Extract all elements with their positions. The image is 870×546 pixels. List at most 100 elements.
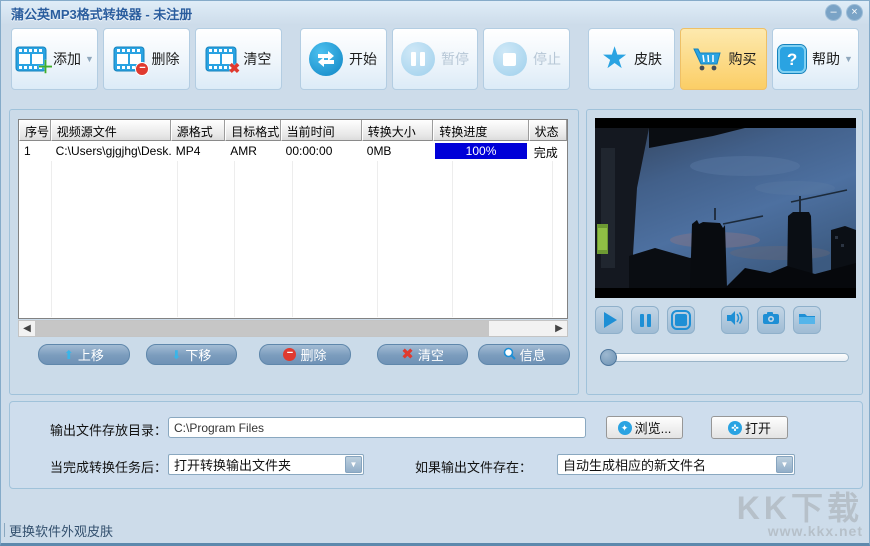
stop-icon	[675, 314, 687, 326]
scrollbar-track[interactable]	[35, 321, 551, 336]
cell-size: 0MB	[362, 141, 434, 161]
info-label: 信息	[520, 345, 546, 364]
column-header-status[interactable]: 状态	[529, 120, 567, 141]
toolbar: ＋ 添加 ▼ − 删除	[11, 28, 859, 94]
cross-icon: ✖	[401, 349, 414, 361]
start-button-label: 开始	[349, 49, 377, 69]
table-empty-area	[19, 161, 567, 317]
column-header-size[interactable]: 转换大小	[362, 120, 434, 141]
file-exists-value: 自动生成相应的新文件名	[558, 455, 776, 474]
after-task-label: 当完成转换任务后：	[50, 457, 167, 476]
minimize-button[interactable]: –	[825, 4, 842, 21]
delete-button-label: 删除	[151, 49, 179, 69]
scrollbar-thumb[interactable]	[35, 321, 489, 336]
skin-button-label: 皮肤	[634, 49, 662, 69]
chevron-down-icon: ▼	[844, 54, 853, 64]
film-delete-icon: −	[113, 46, 145, 72]
column-header-progress[interactable]: 转换进度	[433, 120, 528, 141]
star-icon: ★	[601, 44, 628, 74]
minus-circle-icon: −	[283, 348, 296, 361]
skin-button[interactable]: ★ 皮肤	[588, 28, 675, 90]
help-button[interactable]: ? 帮助 ▼	[772, 28, 859, 90]
chevron-down-icon[interactable]: ▼	[345, 456, 362, 473]
add-button[interactable]: ＋ 添加 ▼	[11, 28, 98, 90]
column-header-source[interactable]: 视频源文件	[51, 120, 171, 141]
move-down-label: 下移	[185, 345, 211, 364]
change-skin-link[interactable]: 更换软件外观皮肤	[9, 521, 113, 540]
output-dir-input[interactable]	[168, 417, 586, 438]
status-divider	[4, 523, 5, 537]
table-header-row: 序号 视频源文件 源格式 目标格式 当前时间 转换大小 转换进度 状态	[19, 120, 567, 141]
progress-bar: 100%	[435, 143, 526, 159]
browse-button[interactable]: ✦ 浏览...	[606, 416, 683, 439]
remove-item-button[interactable]: − 删除	[259, 344, 351, 365]
scroll-left-icon[interactable]: ◀	[19, 323, 35, 334]
cell-progress: 100%	[433, 141, 528, 161]
clear-button[interactable]: ✖ 清空	[195, 28, 282, 90]
preview-panel	[586, 109, 863, 395]
close-button[interactable]: ×	[846, 4, 863, 21]
clear-list-button[interactable]: ✖ 清空	[377, 344, 469, 365]
after-task-select[interactable]: 打开转换输出文件夹 ▼	[168, 454, 364, 475]
folder-icon	[798, 311, 816, 330]
open-output-label: 打开	[745, 418, 771, 437]
cart-icon	[691, 44, 723, 75]
playback-controls	[595, 306, 829, 334]
move-down-button[interactable]: ⬇ 下移	[146, 344, 238, 365]
scroll-right-icon[interactable]: ▶	[551, 323, 567, 334]
output-settings-group: 输出文件存放目录： ✦ 浏览... ✜ 打开 当完成转换任务后： 打开转换输出文…	[9, 401, 863, 489]
add-button-label: 添加	[53, 49, 81, 69]
move-up-button[interactable]: ⬆ 上移	[38, 344, 130, 365]
browse-label: 浏览...	[635, 418, 672, 437]
task-list-panel: 序号 视频源文件 源格式 目标格式 当前时间 转换大小 转换进度 状态 1 C:…	[9, 109, 579, 395]
pause-icon	[640, 314, 651, 327]
pause-button[interactable]: 暂停	[392, 28, 479, 90]
stop-button[interactable]: 停止	[483, 28, 570, 90]
file-exists-label: 如果输出文件存在：	[415, 457, 532, 476]
arrow-up-icon: ⬆	[64, 349, 74, 361]
table-row[interactable]: 1 C:\Users\gjgjhg\Desk... MP4 AMR 00:00:…	[19, 141, 567, 161]
pause-playback-button[interactable]	[631, 306, 659, 334]
snapshot-button[interactable]	[757, 306, 785, 334]
file-exists-select[interactable]: 自动生成相应的新文件名 ▼	[557, 454, 795, 475]
pause-icon	[401, 42, 435, 76]
film-add-icon: ＋	[15, 46, 47, 72]
status-bar: 更换软件外观皮肤	[1, 517, 869, 543]
seek-slider[interactable]	[601, 353, 849, 362]
pause-button-label: 暂停	[441, 49, 469, 69]
cross-icon: ✖	[227, 62, 241, 76]
film-reel-icon: ✜	[728, 421, 742, 435]
aperture-icon: ✦	[618, 421, 632, 435]
window-title: 蒲公英MP3格式转换器 - 未注册	[11, 4, 192, 23]
cell-status: 完成	[529, 141, 567, 161]
cell-dst-format: AMR	[225, 141, 280, 161]
play-button[interactable]	[595, 306, 623, 334]
volume-button[interactable]	[721, 306, 749, 334]
clear-list-label: 清空	[418, 345, 444, 364]
magnifier-icon	[503, 347, 516, 363]
horizontal-scrollbar[interactable]: ◀ ▶	[18, 320, 568, 337]
buy-button[interactable]: 购买	[680, 28, 767, 90]
start-button[interactable]: 开始	[300, 28, 387, 90]
question-icon: ?	[778, 45, 806, 73]
chevron-down-icon[interactable]: ▼	[776, 456, 793, 473]
cell-src-format: MP4	[171, 141, 225, 161]
seek-slider-thumb[interactable]	[600, 349, 617, 366]
column-header-time[interactable]: 当前时间	[281, 120, 362, 141]
after-task-value: 打开转换输出文件夹	[169, 455, 345, 474]
clear-button-label: 清空	[243, 49, 271, 69]
cell-time: 00:00:00	[281, 141, 362, 161]
column-header-index[interactable]: 序号	[19, 120, 51, 141]
open-folder-button[interactable]	[793, 306, 821, 334]
delete-button[interactable]: − 删除	[103, 28, 190, 90]
arrow-down-icon: ⬇	[171, 349, 181, 361]
column-header-dst-format[interactable]: 目标格式	[225, 120, 280, 141]
start-convert-icon	[309, 42, 343, 76]
column-header-src-format[interactable]: 源格式	[171, 120, 225, 141]
stop-icon	[493, 42, 527, 76]
title-bar: 蒲公英MP3格式转换器 - 未注册 – ×	[1, 1, 869, 25]
stop-playback-button[interactable]	[667, 306, 695, 334]
open-output-button[interactable]: ✜ 打开	[711, 416, 788, 439]
info-button[interactable]: 信息	[478, 344, 570, 365]
cell-source-path: C:\Users\gjgjhg\Desk...	[51, 141, 171, 161]
